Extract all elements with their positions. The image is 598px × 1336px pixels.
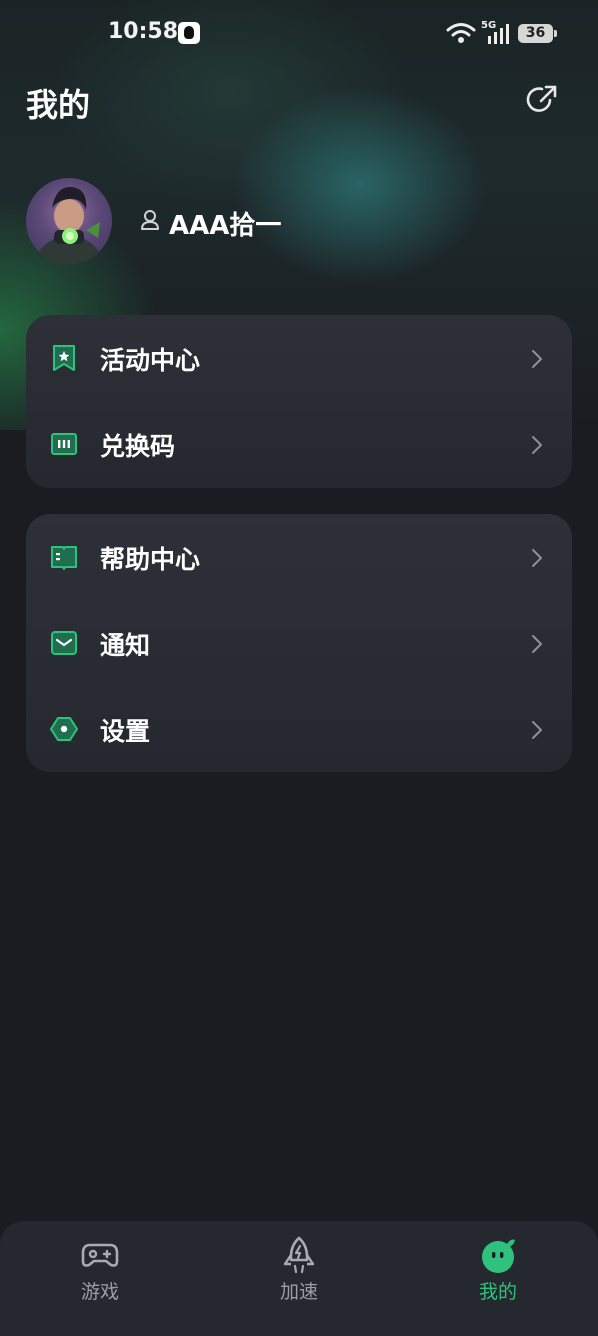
status-bar: 10:58 5G 36: [0, 0, 598, 68]
chevron-right-icon: [532, 635, 542, 653]
wifi-icon: [446, 23, 476, 43]
username[interactable]: AAA拾一: [169, 205, 281, 242]
menu-card-primary: 活动中心 兑换码: [26, 315, 572, 488]
menu-item-label: 兑换码: [100, 432, 176, 461]
gamepad-icon: [81, 1243, 119, 1267]
battery-indicator: 36: [518, 24, 557, 43]
book-icon: [51, 546, 77, 570]
tab-games[interactable]: 游戏: [30, 1221, 170, 1336]
chevron-right-icon: [532, 350, 542, 368]
rocket-icon: [283, 1236, 315, 1274]
chevron-right-icon: [532, 436, 542, 454]
menu-item-activity-center[interactable]: 活动中心: [26, 315, 572, 401]
menu-item-label: 通知: [100, 631, 151, 660]
menu-item-label: 活动中心: [100, 346, 201, 375]
menu-item-label: 帮助中心: [100, 545, 201, 574]
mascot-icon: [482, 1239, 515, 1273]
menu-item-help-center[interactable]: 帮助中心: [26, 514, 572, 600]
share-icon[interactable]: [526, 82, 560, 116]
status-time: 10:58: [108, 19, 179, 44]
menu-item-notifications[interactable]: 通知: [26, 600, 572, 686]
menu-item-redeem-code[interactable]: 兑换码: [26, 401, 572, 487]
menu-item-settings[interactable]: 设置: [26, 686, 572, 772]
tab-accelerate[interactable]: 加速: [229, 1221, 369, 1336]
tab-label: 我的: [478, 1281, 517, 1303]
tab-profile[interactable]: 我的: [428, 1221, 568, 1336]
chevron-right-icon: [532, 549, 542, 567]
qq-notification-icon: [178, 22, 200, 44]
ticket-icon: [51, 433, 77, 455]
avatar[interactable]: [26, 178, 112, 264]
signal-icon: [488, 24, 509, 44]
chevron-right-icon: [532, 721, 542, 739]
mail-icon: [51, 631, 77, 655]
menu-card-secondary: 帮助中心 通知 设置: [26, 514, 572, 772]
menu-item-label: 设置: [100, 717, 151, 746]
hexagon-gear-icon: [50, 717, 78, 741]
user-icon: [141, 210, 159, 230]
bottom-tab-bar: 游戏 加速 我的: [0, 1221, 598, 1336]
bookmark-star-icon: [53, 345, 75, 371]
page-title: 我的: [26, 86, 91, 124]
tab-label: 游戏: [80, 1281, 119, 1303]
tab-label: 加速: [279, 1281, 318, 1303]
